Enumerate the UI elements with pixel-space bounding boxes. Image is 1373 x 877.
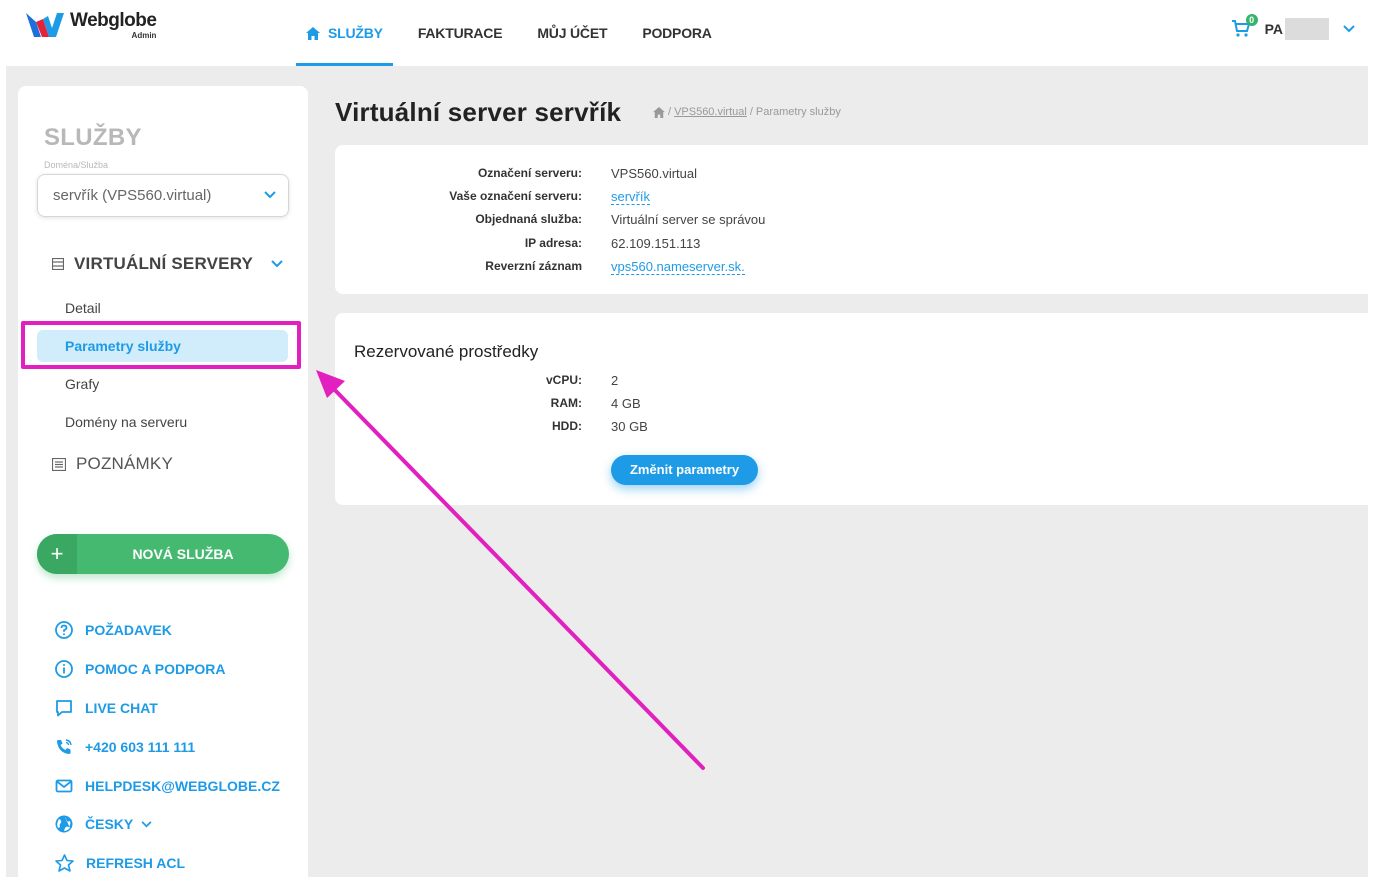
- notes-icon: [52, 457, 66, 471]
- server-icon: [52, 258, 64, 270]
- resource-value: 4 GB: [611, 396, 641, 411]
- link-live-chat[interactable]: LIVE CHAT: [55, 699, 158, 717]
- sidebar-item-grafy[interactable]: Grafy: [65, 376, 99, 392]
- home-icon[interactable]: [653, 106, 665, 118]
- question-icon: [55, 621, 73, 639]
- link-phone[interactable]: +420 603 111 111: [55, 738, 195, 756]
- info-label: Vaše označení serveru:: [449, 189, 582, 203]
- new-service-label: NOVÁ SLUŽBA: [132, 546, 234, 562]
- service-select-value: servřík (VPS560.virtual): [53, 187, 212, 204]
- logo-name: Webglobe: [70, 10, 157, 31]
- user-name-redacted: [1285, 18, 1329, 40]
- webglobe-logo-icon: [26, 13, 64, 37]
- phone-icon: [57, 739, 72, 754]
- sidebar-notes[interactable]: POZNÁMKY: [52, 454, 173, 474]
- chevron-down-icon[interactable]: [1343, 25, 1355, 33]
- globe-icon: [55, 815, 73, 833]
- link-label: LIVE CHAT: [85, 700, 158, 716]
- resources-title: Rezervované prostředky: [354, 342, 539, 361]
- info-label: Označení serveru:: [477, 166, 582, 180]
- chevron-down-icon: [264, 191, 276, 199]
- info-icon: [55, 660, 73, 678]
- link-label: POŽADAVEK: [85, 622, 172, 638]
- link-pomoc-a-podpora[interactable]: POMOC A PODPORA: [55, 660, 226, 678]
- info-label: Reverzní záznam: [485, 259, 582, 273]
- resource-label: HDD:: [552, 419, 582, 433]
- user-name[interactable]: PA: [1265, 21, 1283, 37]
- server-alias-editable[interactable]: servřík: [611, 189, 650, 205]
- resource-value: 30 GB: [611, 419, 648, 434]
- link-label: +420 603 111 111: [85, 739, 196, 755]
- breadcrumb-separator: /: [749, 106, 753, 118]
- sidebar-group-virtual-servers[interactable]: VIRTUÁLNÍ SERVERY: [52, 254, 283, 274]
- sidebar-title: SLUŽBY: [44, 124, 142, 151]
- sidebar-notes-label: POZNÁMKY: [76, 454, 174, 473]
- reverse-record-editable[interactable]: vps560.nameserver.sk.: [611, 259, 745, 275]
- chevron-down-icon: [271, 260, 283, 268]
- link-label: ČESKY: [85, 816, 134, 832]
- breadcrumb-separator: /: [668, 106, 672, 118]
- top-bar: Webglobe Admin SLUŽBY FAKTURACE MŮJ ÚČET…: [0, 0, 1373, 66]
- home-icon: [306, 26, 320, 40]
- link-refresh-acl[interactable]: REFRESH ACL: [55, 854, 185, 872]
- breadcrumb-link[interactable]: VPS560.virtual: [674, 106, 747, 118]
- mail-icon: [55, 779, 73, 793]
- info-value: 62.109.151.113: [611, 236, 701, 251]
- service-select[interactable]: servřík (VPS560.virtual): [37, 174, 289, 217]
- breadcrumb-current: Parametry služby: [755, 106, 841, 118]
- cart-button[interactable]: 0: [1231, 14, 1258, 40]
- nav-label: FAKTURACE: [417, 25, 503, 41]
- logo[interactable]: Webglobe Admin: [24, 10, 157, 40]
- info-label: Objednaná služba:: [475, 212, 582, 226]
- link-label: REFRESH ACL: [86, 855, 186, 871]
- chevron-down-icon: [141, 820, 152, 827]
- annotation-highlight-box: [21, 321, 301, 369]
- link-helpdesk-email[interactable]: HELPDESK@WEBGLOBE.CZ: [55, 777, 280, 795]
- nav-fakturace[interactable]: FAKTURACE: [408, 0, 513, 66]
- nav-label: SLUŽBY: [328, 25, 383, 41]
- sidebar-item-detail[interactable]: Detail: [65, 300, 101, 316]
- sidebar-item-domeny[interactable]: Domény na serveru: [65, 414, 187, 430]
- change-parameters-button[interactable]: Změnit parametry: [611, 455, 758, 485]
- resource-label: vCPU:: [545, 373, 582, 387]
- sidebar: SLUŽBY Doména/Služba servřík (VPS560.vir…: [18, 86, 308, 877]
- main-nav: SLUŽBY FAKTURACE MŮJ ÚČET PODPORA: [296, 0, 737, 66]
- info-value: Virtuální server se správou: [611, 212, 766, 227]
- account-area: 0 PA: [1231, 14, 1355, 40]
- nav-muj-ucet[interactable]: MŮJ ÚČET: [527, 0, 617, 66]
- resource-label: RAM:: [550, 396, 582, 410]
- language-switcher[interactable]: ČESKY: [55, 815, 152, 833]
- link-label: HELPDESK@WEBGLOBE.CZ: [85, 778, 280, 794]
- nav-podpora[interactable]: PODPORA: [632, 0, 721, 66]
- breadcrumb: / VPS560.virtual / Parametry služby: [653, 106, 841, 118]
- nav-sluzby[interactable]: SLUŽBY: [296, 0, 393, 66]
- resource-value: 2: [611, 373, 619, 388]
- info-value: VPS560.virtual: [611, 166, 697, 181]
- chat-icon: [56, 700, 72, 717]
- nav-label: PODPORA: [642, 25, 712, 41]
- plus-icon: +: [37, 534, 77, 574]
- sidebar-subtitle: Doména/Služba: [44, 160, 109, 170]
- nav-label: MŮJ ÚČET: [537, 25, 608, 41]
- logo-sub: Admin: [131, 31, 157, 40]
- link-pozadavek[interactable]: POŽADAVEK: [55, 621, 172, 639]
- cart-badge: 0: [1245, 14, 1258, 26]
- link-label: POMOC A PODPORA: [85, 661, 226, 677]
- info-label: IP adresa:: [524, 236, 582, 250]
- page-title: Virtuální server servřík: [335, 97, 622, 127]
- star-icon: [55, 854, 74, 872]
- sidebar-group-label: VIRTUÁLNÍ SERVERY: [74, 254, 254, 273]
- new-service-button[interactable]: + NOVÁ SLUŽBA: [37, 534, 289, 574]
